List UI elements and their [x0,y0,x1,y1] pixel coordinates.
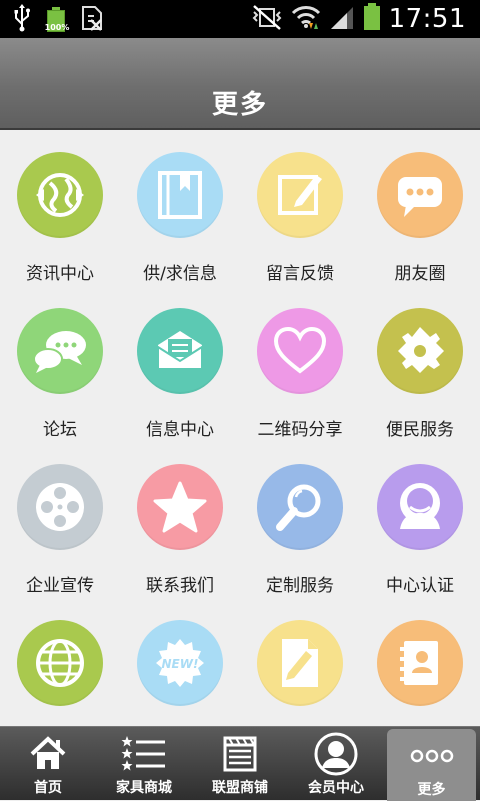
tab-alliance-shops[interactable]: 联盟商铺 [192,727,288,801]
grid-item-company-promo[interactable]: 企业宣传 [0,444,120,600]
more-dots-icon [410,749,453,763]
grid-item-qrcode-share[interactable]: 二维码分享 [240,288,360,444]
tab-more[interactable]: 更多 [387,729,476,801]
star-icon [153,481,207,533]
convenience-service-icon-circle [377,308,463,394]
document-pencil-icon [282,639,318,687]
storefront-icon [223,736,257,772]
status-bar: 100% 17:51 [0,0,480,38]
tab-label: 会员中心 [308,780,364,796]
tab-home[interactable]: 首页 [0,727,96,801]
bottom-tab-bar: 首页 家具商城 联盟商铺 会员中心 更多 [0,726,480,801]
puzzle-icon [398,327,444,373]
qrcode-share-icon-circle [257,308,343,394]
grid-item-custom-service[interactable]: 定制服务 [240,444,360,600]
grid-item-label: 供/求信息 [143,264,217,284]
friends-circle-icon-circle [377,152,463,238]
battery-percent-label: 100% [44,23,70,32]
grid-item-label: 朋友圈 [394,264,446,284]
clock: 17:51 [388,4,466,34]
status-bar-notifications: 100% [12,4,104,36]
company-promo-icon-circle [17,464,103,550]
forum-icon-circle [17,308,103,394]
battery-icon [363,2,381,36]
new-badge-icon: NEW! [156,639,204,687]
grid-item-label: 定制服务 [266,576,334,596]
chat-bubble-icon [398,177,442,217]
film-reel-icon [36,483,84,531]
globe-icon-circle [17,620,103,706]
grid-item-row4-globe[interactable] [0,600,120,726]
certification-center-icon-circle [377,464,463,550]
grid-item-label: 论坛 [43,420,77,440]
star-list-icon [121,736,165,771]
usb-icon [12,4,32,36]
grid-item-row4-document[interactable] [240,600,360,726]
message-center-icon-circle [137,308,223,394]
tab-furniture-mall[interactable]: 家具商城 [96,727,192,801]
grid-item-row4-contacts[interactable] [360,600,480,726]
envelope-icon [157,331,203,370]
home-icon [30,736,66,769]
custom-service-icon-circle [257,464,343,550]
grid-item-label: 留言反馈 [266,264,334,284]
page-title: 更多 [211,90,268,120]
grid-item-label: 资讯中心 [26,264,94,284]
grid-item-label: 信息中心 [146,420,214,440]
grid-item-label: 中心认证 [386,576,454,596]
grid-item-label: 联系我们 [146,576,214,596]
contacts-icon-circle [377,620,463,706]
tab-label: 联盟商铺 [212,780,268,796]
globe-arrows-icon [36,173,84,217]
contact-us-icon-circle [137,464,223,550]
contact-book-icon [400,641,438,685]
supply-demand-icon-circle [137,152,223,238]
book-icon [158,171,202,219]
chat-bubbles-icon [33,331,86,373]
vibrate-mute-icon [251,3,283,35]
news-center-icon-circle [17,152,103,238]
user-icon [400,483,440,529]
tab-label: 更多 [417,782,446,798]
signal-strength-icon [329,3,355,35]
note-pencil-icon [278,175,322,215]
tab-member-center[interactable]: 会员中心 [288,727,384,801]
grid-item-forum[interactable]: 论坛 [0,288,120,444]
wifi-icon [291,3,321,35]
battery-full-notification-icon: 100% [45,6,69,34]
feedback-icon-circle [257,152,343,238]
new-badge-icon-circle: NEW! [137,620,223,706]
grid-item-row4-new[interactable]: NEW! [120,600,240,726]
tab-label: 家具商城 [116,780,172,796]
tab-label: 首页 [34,780,62,796]
sim-card-icon [80,4,104,36]
document-icon-circle [257,620,343,706]
grid-item-feedback[interactable]: 留言反馈 [240,132,360,288]
heart-icon [273,326,327,374]
member-avatar-icon [314,732,358,776]
grid-item-supply-demand[interactable]: 供/求信息 [120,132,240,288]
grid-item-label: 二维码分享 [257,420,343,440]
grid-item-friends-circle[interactable]: 朋友圈 [360,132,480,288]
grid-item-convenience-service[interactable]: 便民服务 [360,288,480,444]
svg-text:NEW!: NEW! [162,657,199,671]
grid-item-contact-us[interactable]: 联系我们 [120,444,240,600]
globe-grid-icon [36,639,84,687]
feature-grid: 资讯中心 供/求信息 留言反馈 朋友圈 论坛 信息中心 二维码分享 便民服务 企… [0,132,480,726]
grid-item-label: 便民服务 [386,420,454,440]
magnifier-icon [276,484,321,531]
grid-item-certification-center[interactable]: 中心认证 [360,444,480,600]
grid-item-label: 企业宣传 [26,576,94,596]
title-bar: 更多 [0,38,480,130]
grid-item-message-center[interactable]: 信息中心 [120,288,240,444]
grid-item-news-center[interactable]: 资讯中心 [0,132,120,288]
status-bar-system: 17:51 [251,2,466,36]
